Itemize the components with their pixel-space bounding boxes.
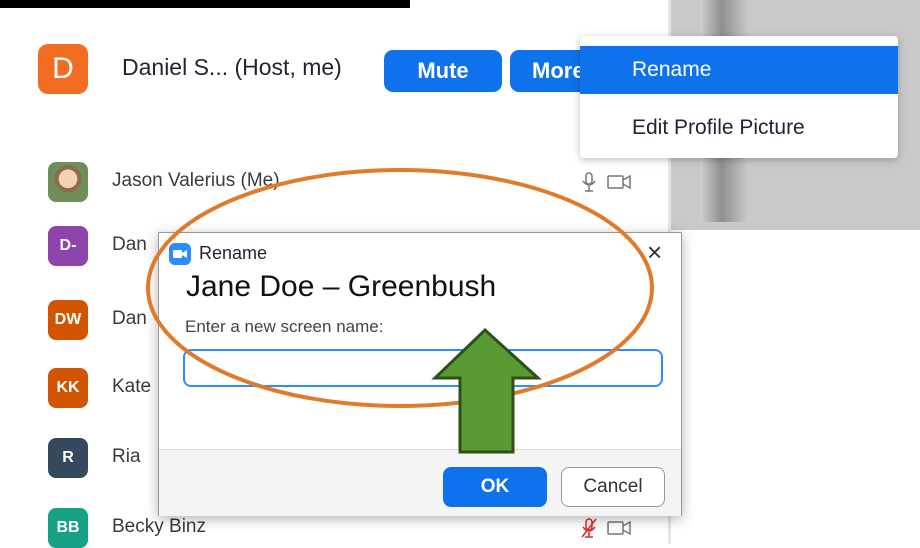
- microphone-icon: [582, 172, 596, 192]
- participant-context-menu: Rename Edit Profile Picture: [580, 36, 898, 158]
- avatar: BB: [48, 508, 88, 548]
- video-camera-icon: [607, 174, 631, 190]
- list-item[interactable]: Jason Valerius (Me): [48, 162, 658, 202]
- host-name: Daniel S... (Host, me): [122, 54, 342, 80]
- dialog-title: Rename: [199, 243, 268, 263]
- ok-button[interactable]: OK: [443, 467, 547, 507]
- avatar: D-: [48, 226, 88, 266]
- annotation-text: Jane Doe – Greenbush: [186, 270, 497, 303]
- cancel-button[interactable]: Cancel: [561, 467, 665, 507]
- video-camera-icon: [607, 520, 631, 536]
- participant-name: Jason Valerius (Me): [112, 170, 280, 191]
- avatar: DW: [48, 300, 88, 340]
- screen-name-input[interactable]: [183, 349, 663, 387]
- dialog-prompt: Enter a new screen name:: [185, 317, 384, 336]
- participant-name: Becky Binz: [112, 516, 206, 537]
- participant-status-icons: [581, 518, 631, 538]
- participant-status-icons: [582, 172, 631, 192]
- avatar: KK: [48, 368, 88, 408]
- participant-name: Dan: [112, 308, 147, 329]
- zoom-app-icon: [169, 243, 191, 265]
- mute-button[interactable]: Mute: [384, 50, 502, 92]
- avatar: [48, 162, 88, 202]
- close-icon[interactable]: ×: [647, 237, 662, 268]
- participant-name: Kate: [112, 376, 152, 397]
- host-avatar: D: [38, 44, 88, 94]
- microphone-muted-icon: [581, 518, 597, 538]
- avatar: R: [48, 438, 88, 478]
- top-black-bar: [0, 0, 410, 8]
- menu-item-rename[interactable]: Rename: [580, 46, 898, 94]
- participant-name: Ria: [112, 446, 141, 467]
- menu-item-edit-profile-picture[interactable]: Edit Profile Picture: [580, 104, 898, 152]
- participant-name: Dan: [112, 234, 147, 255]
